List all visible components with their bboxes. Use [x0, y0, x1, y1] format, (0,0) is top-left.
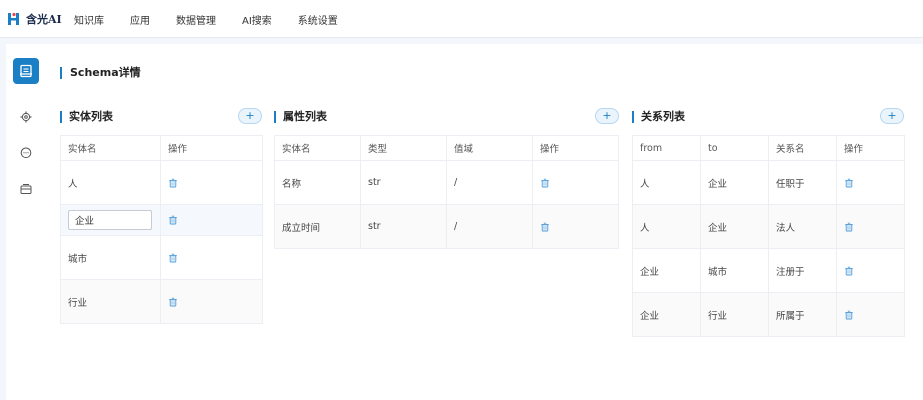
- document-icon: [20, 64, 32, 78]
- delete-icon[interactable]: [168, 253, 178, 263]
- relation-name-cell: 法人: [768, 204, 837, 249]
- relation-name-cell: 任职于: [768, 160, 837, 205]
- relation-to-cell: 企业: [700, 160, 769, 205]
- brand-name: 含光AI: [26, 13, 62, 26]
- attribute-range-cell: /: [446, 204, 533, 249]
- delete-icon[interactable]: [844, 178, 854, 188]
- table-row: 人: [60, 160, 263, 205]
- top-bar: 含光AI 知识库 应用 数据管理 AI搜索 系统设置: [0, 0, 923, 38]
- column-header: to: [700, 135, 769, 161]
- nav-item-apps[interactable]: 应用: [130, 12, 150, 27]
- entity-section-title: 实体列表: [60, 111, 113, 123]
- delete-icon[interactable]: [844, 310, 854, 320]
- entity-name-cell: 人: [60, 160, 161, 205]
- nav-item-data-management[interactable]: 数据管理: [176, 12, 216, 27]
- relation-name-cell: 注册于: [768, 248, 837, 293]
- sidebar-item-settings[interactable]: [13, 104, 39, 130]
- relation-to-cell: 城市: [700, 248, 769, 293]
- delete-icon[interactable]: [168, 297, 178, 307]
- attribute-name-cell: 名称: [274, 160, 361, 205]
- column-header: from: [632, 135, 701, 161]
- entity-table: 实体名 操作 人 城市 行业: [60, 135, 263, 324]
- column-header: 实体名: [274, 135, 361, 161]
- column-header: 实体名: [60, 135, 161, 161]
- entity-name-cell: 行业: [60, 279, 161, 324]
- sidebar-item-schema[interactable]: [13, 58, 39, 84]
- logo-icon: [8, 12, 19, 25]
- relation-to-cell: 企业: [700, 204, 769, 249]
- relation-name-cell: 所属于: [768, 292, 837, 337]
- nav-item-knowledge-base[interactable]: 知识库: [74, 12, 104, 27]
- sidebar-item-files[interactable]: [13, 176, 39, 202]
- relation-section-title: 关系列表: [632, 111, 685, 123]
- add-entity-button[interactable]: +: [238, 108, 262, 124]
- sidebar-item-chat[interactable]: [13, 140, 39, 166]
- table-row: 企业 城市 注册于: [632, 248, 905, 293]
- relation-table: from to 关系名 操作 人 企业 任职于 人 企业 法人 企业 城市 注册…: [632, 135, 905, 337]
- relation-from-cell: 人: [632, 160, 701, 205]
- column-header: 关系名: [768, 135, 837, 161]
- delete-icon[interactable]: [844, 222, 854, 232]
- attribute-type-cell: str: [360, 204, 447, 249]
- sidebar: [6, 44, 48, 400]
- relation-from-cell: 企业: [632, 248, 701, 293]
- column-header: 值域: [446, 135, 533, 161]
- table-row: [60, 204, 263, 236]
- column-header: 操作: [160, 135, 263, 161]
- delete-icon[interactable]: [844, 266, 854, 276]
- page-title: Schema详情: [60, 67, 141, 79]
- attribute-name-cell: 成立时间: [274, 204, 361, 249]
- relation-from-cell: 人: [632, 204, 701, 249]
- attribute-section-title: 属性列表: [274, 111, 327, 123]
- table-row: 城市: [60, 235, 263, 280]
- attribute-type-cell: str: [360, 160, 447, 205]
- delete-icon[interactable]: [168, 215, 178, 225]
- column-header: 操作: [532, 135, 619, 161]
- main-nav: 知识库 应用 数据管理 AI搜索 系统设置: [74, 0, 364, 38]
- table-row: 成立时间 str /: [274, 204, 619, 249]
- add-relation-button[interactable]: +: [880, 108, 904, 124]
- column-header: 类型: [360, 135, 447, 161]
- table-row: 行业: [60, 279, 263, 324]
- entity-name-input[interactable]: [68, 210, 152, 230]
- relation-to-cell: 行业: [700, 292, 769, 337]
- folder-icon: [20, 184, 32, 194]
- delete-icon[interactable]: [168, 178, 178, 188]
- delete-icon[interactable]: [540, 222, 550, 232]
- table-row: 企业 行业 所属于: [632, 292, 905, 337]
- relation-from-cell: 企业: [632, 292, 701, 337]
- add-attribute-button[interactable]: +: [595, 108, 619, 124]
- entity-name-cell: 城市: [60, 235, 161, 280]
- main-content: Schema详情 实体列表 + 实体名 操作 人 城市: [48, 44, 923, 400]
- gear-icon: [20, 111, 32, 123]
- table-row: 名称 str /: [274, 160, 619, 205]
- table-row: 人 企业 法人: [632, 204, 905, 249]
- column-header: 操作: [836, 135, 905, 161]
- logo[interactable]: 含光AI: [6, 9, 62, 29]
- chat-icon: [20, 147, 32, 159]
- nav-item-ai-search[interactable]: AI搜索: [242, 12, 272, 27]
- delete-icon[interactable]: [540, 178, 550, 188]
- attribute-table: 实体名 类型 值域 操作 名称 str / 成立时间 str /: [274, 135, 619, 249]
- table-row: 人 企业 任职于: [632, 160, 905, 205]
- nav-item-system-settings[interactable]: 系统设置: [298, 12, 338, 27]
- attribute-range-cell: /: [446, 160, 533, 205]
